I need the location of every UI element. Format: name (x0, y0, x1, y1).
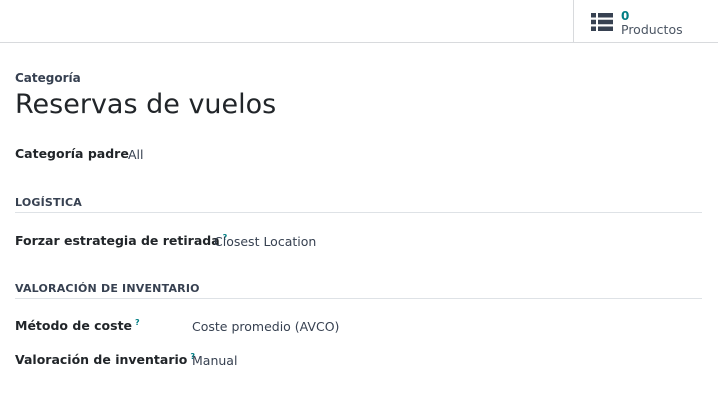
inventory-valuation-label-text: Valoración de inventario (15, 352, 188, 368)
removal-strategy-value[interactable]: Closest Location (214, 234, 316, 249)
parent-category-value[interactable]: All (128, 147, 144, 162)
parent-category-row: Categoría padre All (15, 146, 315, 166)
products-label: Productos (621, 22, 683, 37)
inventory-valuation-row: Valoración de inventario? Manual (15, 352, 415, 372)
cost-method-label: Método de coste? (15, 318, 140, 333)
button-box-bar: 0 Productos (0, 0, 718, 43)
valuation-group-title: VALORACIÓN DE INVENTARIO (15, 282, 702, 299)
record-title[interactable]: Reservas de vuelos (15, 89, 276, 120)
parent-category-label: Categoría padre (15, 146, 129, 161)
removal-strategy-row: Forzar estrategia de retirada? Closest L… (15, 233, 415, 253)
removal-strategy-label-text: Forzar estrategia de retirada (15, 233, 220, 249)
removal-strategy-label: Forzar estrategia de retirada? (15, 233, 227, 248)
products-stat-text: 0 Productos (621, 9, 683, 37)
cost-method-value[interactable]: Coste promedio (AVCO) (192, 319, 339, 334)
products-count: 0 (621, 9, 630, 23)
inventory-valuation-value[interactable]: Manual (192, 353, 237, 368)
inventory-valuation-label: Valoración de inventario? (15, 352, 195, 367)
category-form-page: 0 Productos Categoría Reservas de vuelos… (0, 0, 718, 412)
list-icon (591, 13, 613, 31)
logistics-group-title: LOGÍSTICA (15, 196, 702, 213)
cost-method-row: Método de coste? Coste promedio (AVCO) (15, 318, 415, 338)
cost-method-help-icon[interactable]: ? (135, 318, 140, 327)
products-stat-button[interactable]: 0 Productos (573, 0, 718, 43)
cost-method-label-text: Método de coste (15, 318, 133, 334)
record-kind-label: Categoría (15, 71, 81, 85)
